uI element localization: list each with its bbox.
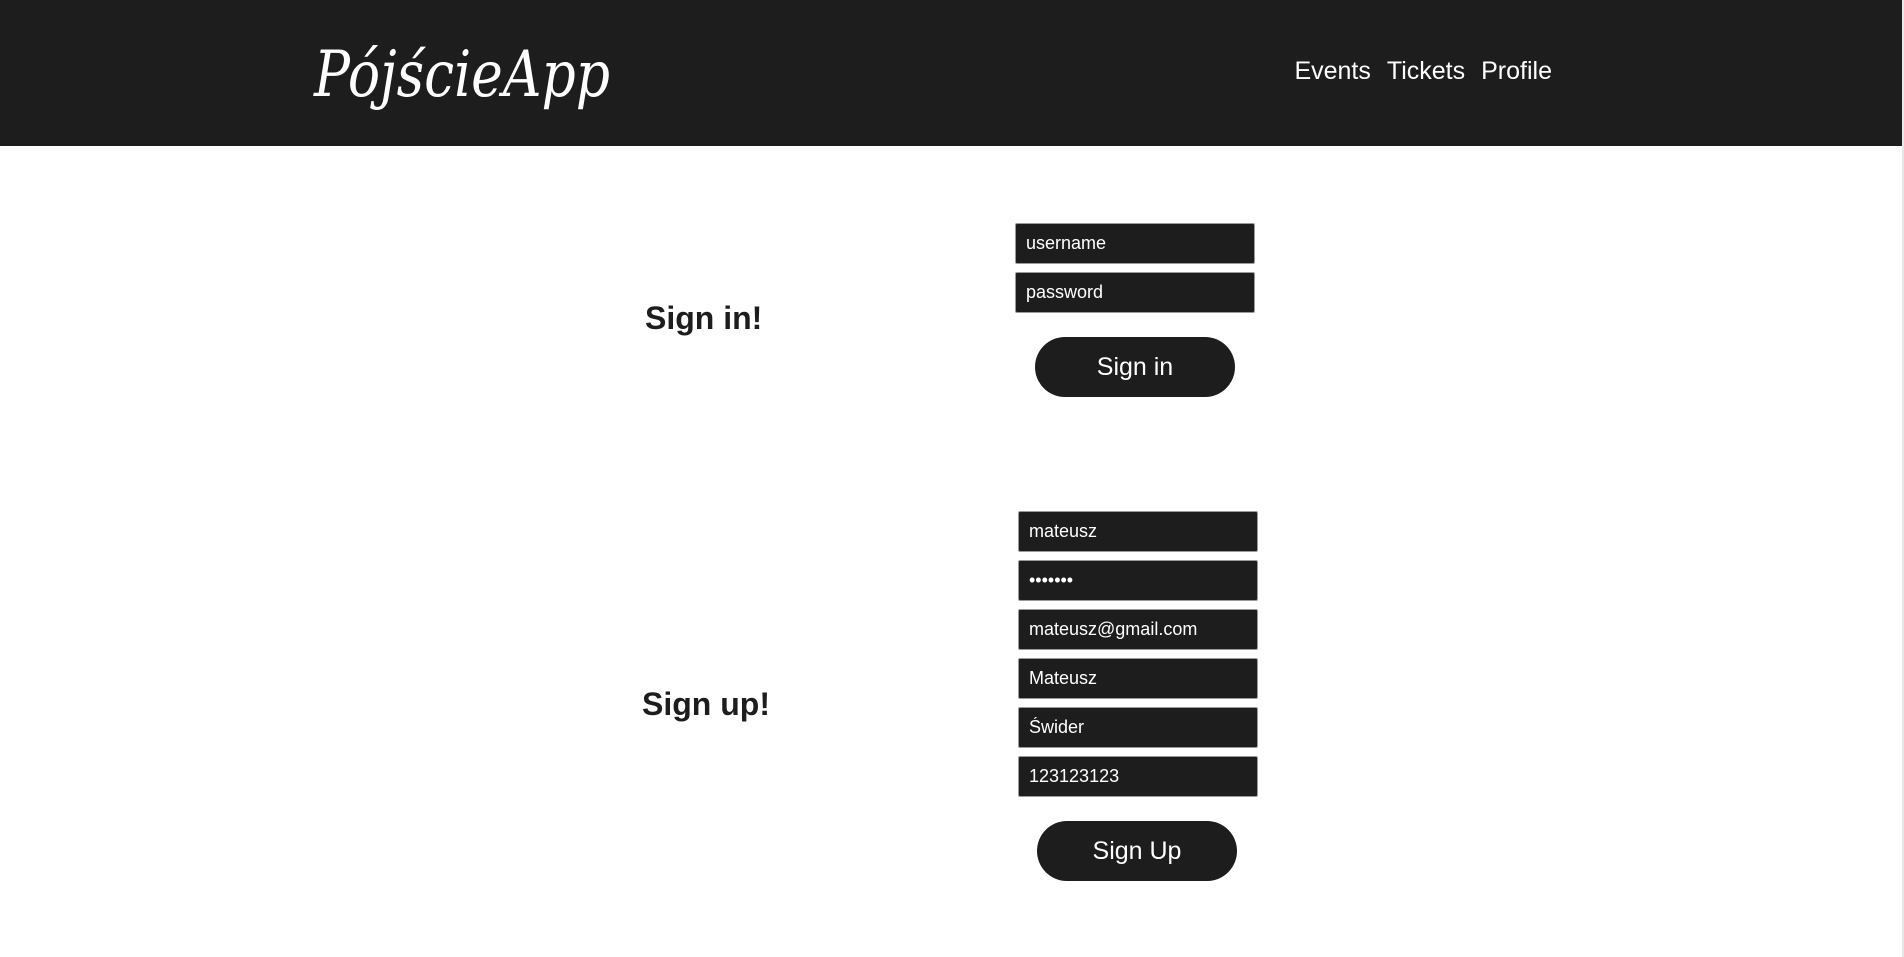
nav-link-tickets[interactable]: Tickets <box>1387 56 1465 86</box>
page: PójścieApp Events Tickets Profile Sign i… <box>0 0 1904 957</box>
signin-username-input[interactable] <box>1015 223 1255 264</box>
sign-in-heading: Sign in! <box>645 300 763 336</box>
signup-last-name-input[interactable] <box>1018 707 1258 748</box>
navbar: PójścieApp Events Tickets Profile <box>0 0 1904 146</box>
signup-phone-input[interactable] <box>1018 756 1258 797</box>
signup-username-input[interactable] <box>1018 511 1258 552</box>
signup-first-name-input[interactable] <box>1018 658 1258 699</box>
app-logo[interactable]: PójścieApp <box>310 22 615 124</box>
main-nav: Events Tickets Profile <box>1294 56 1552 86</box>
logo-text: PójścieApp <box>313 38 610 112</box>
signup-email-input[interactable] <box>1018 609 1258 650</box>
signup-password-input[interactable] <box>1018 560 1258 601</box>
sign-up-heading: Sign up! <box>642 686 770 722</box>
sign-up-button[interactable]: Sign Up <box>1037 821 1237 881</box>
nav-link-profile[interactable]: Profile <box>1481 56 1552 86</box>
sign-in-button[interactable]: Sign in <box>1035 337 1235 397</box>
signin-password-input[interactable] <box>1015 272 1255 313</box>
nav-link-events[interactable]: Events <box>1294 56 1370 86</box>
